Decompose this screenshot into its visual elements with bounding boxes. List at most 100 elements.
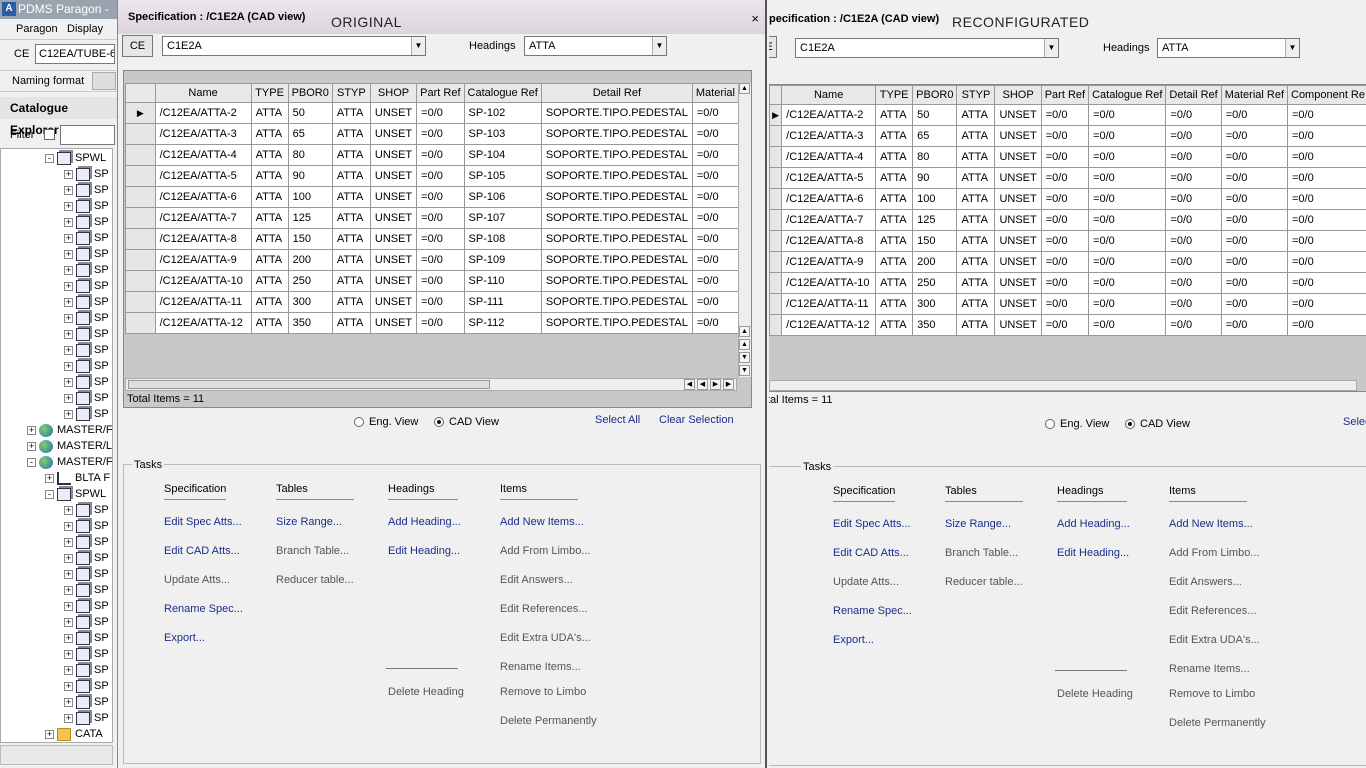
task-item-2[interactable]: Edit Answers... — [1169, 576, 1242, 588]
table-cell[interactable]: ATTA — [956, 230, 996, 252]
row-selector[interactable] — [769, 272, 783, 294]
table-cell[interactable]: =0/0 — [1220, 230, 1289, 252]
column-header[interactable]: Catalogue Ref — [1088, 85, 1167, 105]
table-cell[interactable]: SOPORTE.TIPO.PEDESTAL — [540, 291, 693, 313]
expand-icon[interactable]: + — [64, 409, 73, 419]
filter-input[interactable] — [60, 125, 115, 145]
column-header[interactable]: Material — [691, 83, 739, 103]
table-row[interactable]: /C12EA/ATTA-12 ATTA 350 ATTA UNSET =0/0 =0/0 =0… — [769, 314, 1366, 336]
table-cell[interactable]: SOPORTE.TIPO.PEDESTAL — [540, 207, 693, 229]
expand-icon[interactable]: + — [64, 377, 73, 387]
table-cell[interactable]: SP-108 — [463, 228, 542, 250]
task-item-7[interactable]: Delete Permanently — [500, 715, 597, 727]
table-cell[interactable]: =0/0 — [1220, 293, 1289, 315]
table-cell[interactable]: /C12EA/ATTA-12 — [781, 314, 877, 336]
table-cell[interactable]: ATTA — [250, 228, 289, 250]
expand-icon[interactable]: + — [64, 313, 73, 323]
expand-icon[interactable]: + — [64, 665, 73, 675]
table-cell[interactable]: SP-111 — [463, 291, 542, 313]
table-cell[interactable]: =0/0 — [1088, 167, 1167, 189]
table-cell[interactable]: =0/0 — [691, 102, 739, 124]
table-cell[interactable]: SOPORTE.TIPO.PEDESTAL — [540, 312, 693, 334]
row-selector[interactable] — [125, 270, 156, 292]
table-cell[interactable]: /C12EA/ATTA-7 — [154, 207, 252, 229]
tree-node[interactable]: + SP — [64, 166, 109, 182]
task-item-3[interactable]: Edit References... — [1169, 605, 1256, 617]
table-cell[interactable]: =0/0 — [416, 186, 465, 208]
column-header[interactable]: SHOP — [994, 85, 1042, 105]
column-header[interactable]: Catalogue Ref — [463, 83, 542, 103]
task-item-1[interactable]: Add From Limbo... — [500, 545, 590, 557]
table-row[interactable]: /C12EA/ATTA-10 ATTA 250 ATTA UNSET =0/0 =0/0 =0… — [769, 272, 1366, 294]
tree-node[interactable]: + MASTER/F — [27, 422, 112, 438]
add-heading-link[interactable]: Add Heading... — [388, 516, 461, 528]
table-cell[interactable]: =0/0 — [1165, 314, 1222, 336]
tree-node[interactable]: + SP — [64, 246, 109, 262]
prev-page-icon[interactable]: ◀ — [697, 379, 708, 390]
table-cell[interactable]: =0/0 — [416, 165, 465, 187]
table-cell[interactable]: /C12EA/ATTA-10 — [154, 270, 252, 292]
column-header[interactable]: PBOR0 — [287, 83, 333, 103]
expand-icon[interactable]: + — [64, 201, 73, 211]
table-cell[interactable]: 50 — [287, 102, 333, 124]
table-cell[interactable]: =0/0 — [691, 207, 739, 229]
table-cell[interactable]: ATTA — [331, 228, 371, 250]
expand-icon[interactable]: + — [64, 601, 73, 611]
delete-heading-link[interactable]: Delete Heading — [1057, 688, 1133, 700]
table-cell[interactable]: SOPORTE.TIPO.PEDESTAL — [540, 228, 693, 250]
table-cell[interactable]: ATTA — [875, 125, 914, 147]
table-cell[interactable]: SP-103 — [463, 123, 542, 145]
table-cell[interactable]: /C12EA/ATTA-3 — [781, 125, 877, 147]
table-cell[interactable]: ATTA — [956, 104, 996, 126]
table-cell[interactable]: =0/0 — [1165, 146, 1222, 168]
table-cell[interactable]: 200 — [287, 249, 333, 271]
table-cell[interactable]: ATTA — [956, 251, 996, 273]
table-cell[interactable]: =0/0 — [1040, 104, 1090, 126]
chevron-down-icon[interactable]: ▼ — [652, 37, 666, 55]
tree-node[interactable]: + BLTA F — [45, 470, 110, 486]
table-cell[interactable]: ATTA — [250, 102, 289, 124]
collapse-icon[interactable]: - — [45, 489, 54, 499]
cad-view-radio[interactable]: CAD View — [434, 416, 499, 428]
table-cell[interactable]: =0/0 — [691, 291, 739, 313]
expand-icon[interactable]: + — [45, 729, 54, 739]
tree-node[interactable]: + SP — [64, 598, 109, 614]
table-cell[interactable]: =0/0 — [1287, 209, 1366, 231]
table-cell[interactable]: ATTA — [250, 186, 289, 208]
grid-horizontal-scrollbar[interactable] — [769, 380, 1357, 391]
table-cell[interactable]: 350 — [912, 314, 958, 336]
task-item-3[interactable]: Edit References... — [500, 603, 587, 615]
table-cell[interactable]: /C12EA/ATTA-9 — [154, 249, 252, 271]
column-header[interactable]: STYP — [331, 83, 371, 103]
table-cell[interactable]: 250 — [912, 272, 958, 294]
table-cell[interactable]: =0/0 — [691, 144, 739, 166]
table-cell[interactable]: SOPORTE.TIPO.PEDESTAL — [540, 186, 693, 208]
table-cell[interactable]: /C12EA/ATTA-11 — [154, 291, 252, 313]
table-cell[interactable]: 200 — [912, 251, 958, 273]
table-cell[interactable]: 100 — [912, 188, 958, 210]
table-cell[interactable]: =0/0 — [1287, 167, 1366, 189]
table-cell[interactable]: ATTA — [875, 272, 914, 294]
table-cell[interactable]: UNSET — [369, 249, 418, 271]
task-spec-1[interactable]: Edit CAD Atts... — [164, 545, 240, 557]
task-table-0[interactable]: Size Range... — [945, 518, 1011, 530]
task-item-2[interactable]: Edit Answers... — [500, 574, 573, 586]
expand-icon[interactable]: + — [64, 265, 73, 275]
table-cell[interactable]: =0/0 — [1165, 251, 1222, 273]
table-cell[interactable]: /C12EA/ATTA-2 — [154, 102, 252, 124]
table-cell[interactable]: =0/0 — [1220, 209, 1289, 231]
table-cell[interactable]: 150 — [912, 230, 958, 252]
table-cell[interactable]: =0/0 — [691, 186, 739, 208]
table-cell[interactable]: SP-105 — [463, 165, 542, 187]
edit-heading-link[interactable]: Edit Heading... — [1057, 547, 1129, 559]
table-row[interactable]: ▶/C12EA/ATTA-2 ATTA 50 ATTA UNSET =0/0 SP-102 S… — [125, 102, 739, 124]
task-table-0[interactable]: Size Range... — [276, 516, 342, 528]
table-cell[interactable]: UNSET — [994, 293, 1042, 315]
table-cell[interactable]: ATTA — [331, 270, 371, 292]
table-cell[interactable]: UNSET — [994, 188, 1042, 210]
table-cell[interactable]: =0/0 — [1040, 209, 1090, 231]
table-row[interactable]: /C12EA/ATTA-7 ATTA 125 ATTA UNSET =0/0 SP-107 S… — [125, 207, 739, 229]
scroll-bottom-icon[interactable]: ▼ — [739, 365, 750, 376]
column-header[interactable]: Part Ref — [1040, 85, 1090, 105]
tree-node[interactable]: + SP — [64, 326, 109, 342]
